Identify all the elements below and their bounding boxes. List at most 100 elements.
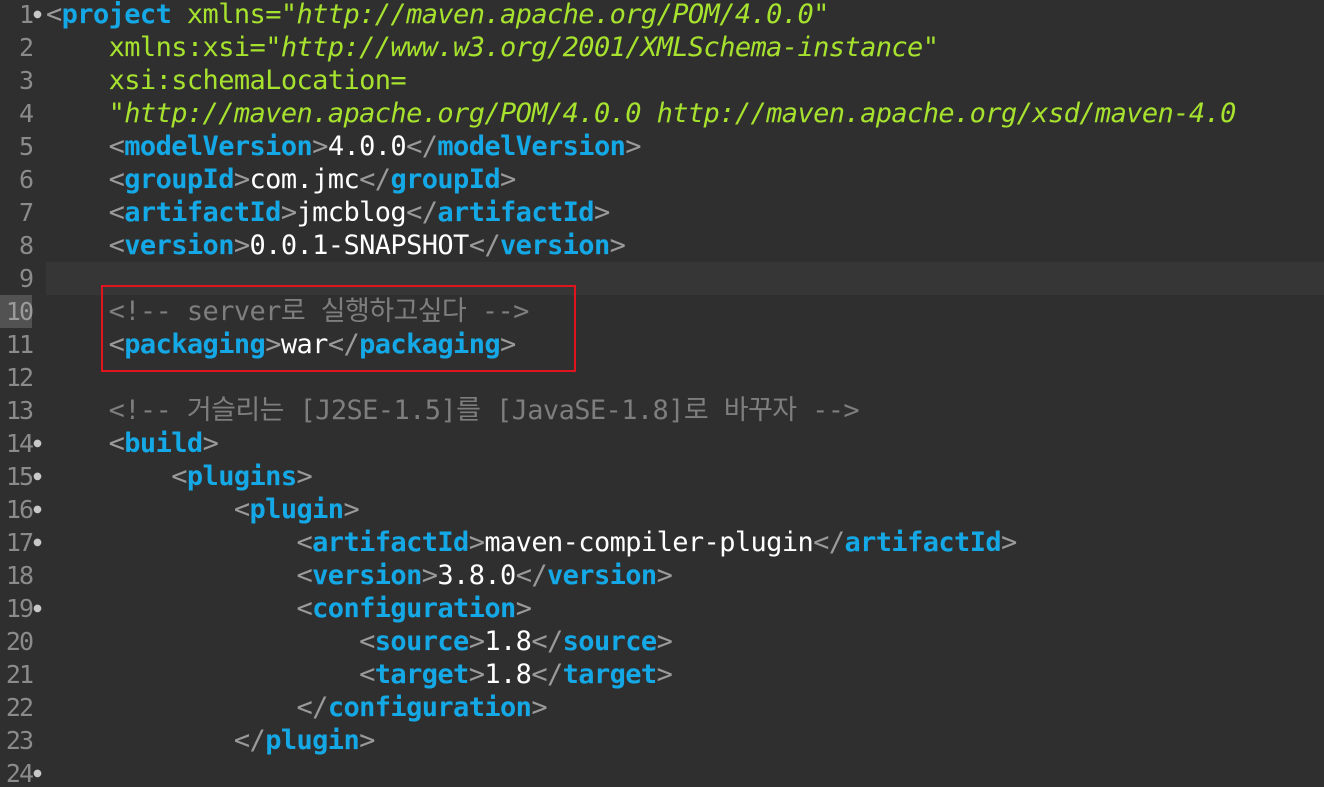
xml-bracket: > [625,131,641,162]
xml-bracket: > [233,164,250,195]
line-number: 10 [0,295,34,328]
fold-toggle-icon[interactable]: ● [33,592,42,625]
xml-tag-name: artifactId [124,197,281,228]
xml-text: 0.0.1-SNAPSHOT [249,230,470,261]
line-number: 24 [5,759,34,787]
xml-bracket: < [108,329,125,360]
fold-toggle-icon[interactable]: ● [33,460,42,493]
fold-toggle-icon[interactable]: ● [33,493,42,526]
fold-toggle-icon[interactable]: ● [33,0,42,31]
code-line[interactable]: <project xmlns="http://maven.apache.org/… [46,0,829,31]
xml-tag-name: modelVersion [124,131,313,162]
fold-toggle-icon[interactable]: ● [33,757,42,787]
xml-bracket: > [312,131,328,162]
xml-tag-name: version [500,230,610,261]
line-number-gutter[interactable]: 1 ● 2 3 4 5 6 7 8 9 10 11 12 13 14 ● 15 ● 16 ● 17 ● 18 19 ● 20 21 2… [0,0,44,787]
xml-attribute: xsi:schemaLocation [108,65,391,96]
xml-bracket: </ [296,692,329,723]
code-line[interactable]: <groupId>com.jmc</groupId> [46,163,517,196]
line-number: 11 [5,330,34,359]
xml-bracket: < [46,0,62,30]
line-number: 15 [5,462,34,491]
line-number: 3 [18,66,34,95]
code-line[interactable]: <packaging>war</packaging> [46,328,517,361]
xml-text: com.jmc [249,164,360,195]
xml-bracket: </ [406,197,438,228]
xml-tag-name: version [312,560,422,591]
xml-bracket: > [233,230,250,261]
line-number: 16 [5,495,34,524]
xml-text: jmcblog [296,197,407,228]
line-number: 20 [5,627,34,656]
code-line[interactable]: <plugins> [46,460,312,493]
code-line[interactable]: <target>1.8</target> [46,658,673,691]
xml-tag-name: project [61,0,172,30]
code-line[interactable]: </plugin> [46,724,375,757]
xml-equals: = [249,32,266,63]
code-line[interactable]: <build> [46,427,219,460]
xml-bracket: </ [468,230,501,261]
xml-bracket: > [468,659,485,690]
xml-bracket: < [108,230,125,261]
xml-bracket: < [296,593,313,624]
line-number: 7 [18,198,34,227]
code-area[interactable]: <project xmlns="http://maven.apache.org/… [46,0,1324,787]
xml-tag-name: packaging [124,329,266,360]
xml-tag-name: plugin [249,494,345,525]
xml-code-editor[interactable]: 1 ● 2 3 4 5 6 7 8 9 10 11 12 13 14 ● 15 ● 16 ● 17 ● 18 19 ● 20 21 2… [0,0,1324,787]
code-line[interactable]: xsi:schemaLocation= [46,64,407,97]
line-number: 1 [18,0,34,29]
code-line[interactable]: "http://maven.apache.org/POM/4.0.0 http:… [46,97,1237,130]
xml-bracket: > [296,461,313,492]
fold-toggle-icon[interactable]: ● [33,427,42,460]
xml-tag-name: artifactId [437,197,594,228]
line-number: 22 [5,693,34,722]
line-number: 19 [5,594,34,623]
code-line[interactable]: <version>0.0.1-SNAPSHOT</version> [46,229,626,262]
code-line[interactable]: <plugin> [46,493,360,526]
code-line[interactable]: <configuration> [46,592,532,625]
xml-bracket: </ [813,527,845,558]
line-number: 13 [5,396,34,425]
xml-bracket: < [359,659,375,690]
code-line[interactable]: <artifactId>jmcblog</artifactId> [46,196,611,229]
code-line[interactable]: <!-- 거슬리는 [J2SE-1.5]를 [JavaSE-1.8]로 바꾸자 … [46,394,860,427]
xml-tag-name: version [124,230,234,261]
line-number: 2 [18,33,34,62]
xml-bracket: < [108,131,125,162]
code-line[interactable]: <version>3.8.0</version> [46,559,673,592]
code-line[interactable]: xmlns:xsi="http://www.w3.org/2001/XMLSch… [46,31,939,64]
code-line[interactable]: <!-- server로 실행하고싶다 --> [46,295,530,328]
xml-attribute-value: "http://www.w3.org/2001/XMLSchema-instan… [265,32,939,63]
xml-text: 3.8.0 [437,560,516,591]
xml-tag-name: configuration [312,593,516,624]
xml-bracket: < [108,428,125,459]
xml-bracket: > [656,659,673,690]
fold-toggle-icon[interactable]: ● [33,526,42,559]
xml-attribute-value: "http://maven.apache.org/POM/4.0.0 http:… [108,98,1237,129]
line-number: 14 [5,429,34,458]
xml-bracket: > [531,692,547,723]
code-line[interactable]: <source>1.8</source> [46,625,673,658]
xml-bracket: < [359,626,375,657]
code-line[interactable]: </configuration> [46,691,548,724]
xml-attribute-value: "http://maven.apache.org/POM/4.0.0" [280,0,830,30]
code-line[interactable]: <modelVersion>4.0.0</modelVersion> [46,130,642,163]
xml-comment: <!-- 거슬리는 [J2SE-1.5]를 [JavaSE-1.8]로 바꾸자 … [108,395,860,426]
xml-comment: <!-- server로 실행하고싶다 --> [108,296,530,327]
xml-bracket: > [593,197,610,228]
code-line[interactable]: <artifactId>maven-compiler-plugin</artif… [46,526,1018,559]
xml-bracket: > [421,560,438,591]
